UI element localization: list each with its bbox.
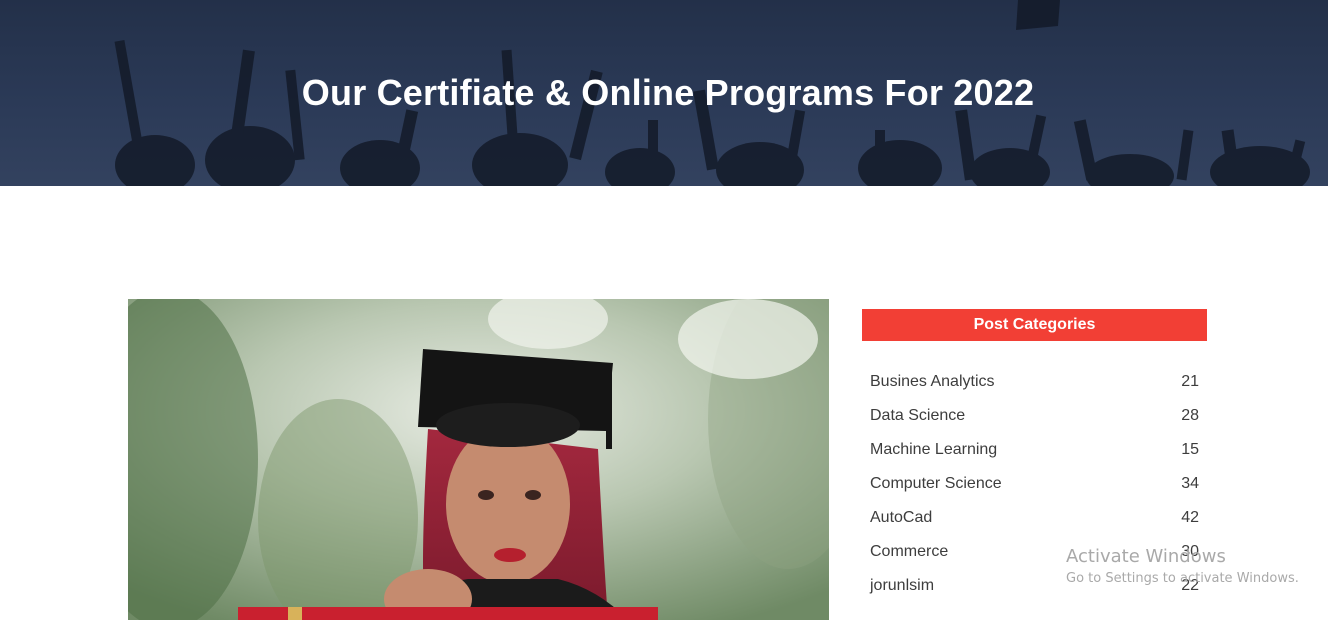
category-count: 28: [1181, 407, 1199, 424]
post-categories-heading: Post Categories: [862, 309, 1207, 341]
page-title: Our Certifiate & Online Programs For 202…: [301, 72, 1035, 113]
category-name[interactable]: AutoCad: [870, 509, 932, 527]
category-item-machine-learning[interactable]: Machine Learning 15: [862, 433, 1207, 467]
category-name[interactable]: Busines Analytics: [870, 373, 995, 391]
category-count: 30: [1181, 543, 1199, 560]
graduate-photo-illustration: [128, 299, 829, 620]
category-item-autocad[interactable]: AutoCad 42: [862, 501, 1207, 535]
graduate-photo: [128, 299, 829, 620]
hero-banner: Our Certifiate & Online Programs For 202…: [0, 0, 1328, 186]
category-item-computer-science[interactable]: Computer Science 34: [862, 467, 1207, 501]
category-count: 15: [1181, 441, 1199, 458]
category-name[interactable]: jorunlsim: [870, 577, 934, 595]
category-name[interactable]: Commerce: [870, 543, 948, 561]
category-item-jorunlsim[interactable]: jorunlsim 22: [862, 569, 1207, 603]
category-count: 42: [1181, 509, 1199, 526]
category-count: 22: [1181, 577, 1199, 594]
category-item-busines-analytics[interactable]: Busines Analytics 21: [862, 365, 1207, 399]
category-item-commerce[interactable]: Commerce 30: [862, 535, 1207, 569]
category-name[interactable]: Computer Science: [870, 475, 1002, 493]
category-count: 21: [1181, 373, 1199, 390]
post-categories-widget: Post Categories Busines Analytics 21 Dat…: [862, 309, 1207, 603]
category-count: 34: [1181, 475, 1199, 492]
category-name[interactable]: Machine Learning: [870, 441, 997, 459]
category-item-data-science[interactable]: Data Science 28: [862, 399, 1207, 433]
category-list: Busines Analytics 21 Data Science 28 Mac…: [862, 365, 1207, 603]
category-name[interactable]: Data Science: [870, 407, 965, 425]
